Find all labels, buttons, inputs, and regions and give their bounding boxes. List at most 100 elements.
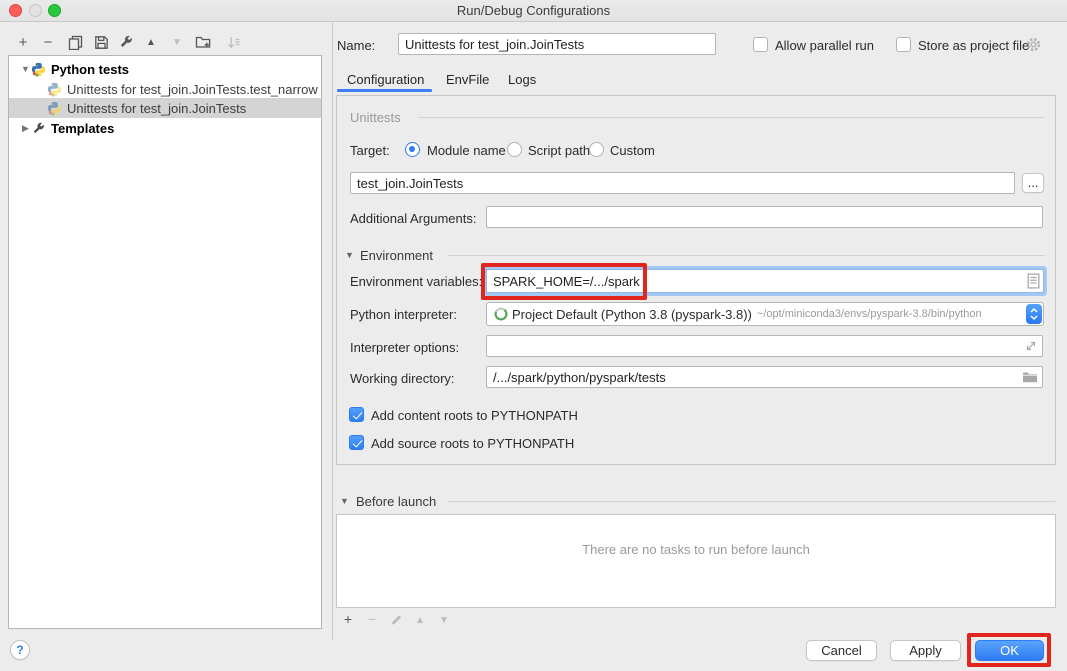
tab-configuration[interactable]: Configuration — [347, 72, 424, 87]
allow-parallel-run-label: Allow parallel run — [775, 38, 874, 53]
sort-configurations-button[interactable] — [225, 33, 243, 51]
add-content-roots-label: Add content roots to PYTHONPATH — [371, 408, 578, 423]
target-module-name-label: Module name — [427, 143, 506, 158]
tree-item-templates[interactable]: ▶ Templates — [9, 118, 321, 138]
add-task-button[interactable]: + — [340, 611, 356, 627]
python-interpreter-combobox[interactable]: Project Default (Python 3.8 (pyspark-3.8… — [486, 302, 1044, 326]
tree-item-test-narrow[interactable]: Unittests for test_join.JoinTests.test_n… — [9, 79, 321, 99]
tree-item-jointests-selected[interactable]: Unittests for test_join.JoinTests — [9, 98, 321, 118]
environment-variables-input[interactable] — [486, 269, 1044, 293]
target-label: Target: — [350, 143, 390, 158]
move-task-down-button[interactable]: ▼ — [436, 612, 452, 628]
move-up-button[interactable]: ▲ — [142, 33, 160, 51]
pencil-icon — [390, 613, 403, 626]
copy-icon — [68, 35, 83, 50]
target-custom-label: Custom — [610, 143, 655, 158]
active-tab-underline — [337, 89, 432, 92]
arrow-up-icon: ▲ — [146, 37, 156, 48]
add-source-roots-checkbox[interactable] — [349, 435, 364, 450]
move-task-up-button[interactable]: ▲ — [412, 612, 428, 628]
before-launch-section-line — [448, 501, 1055, 502]
edit-environment-variables-icon[interactable] — [1027, 273, 1040, 289]
remove-configuration-button[interactable]: − — [39, 33, 57, 51]
add-source-roots-label: Add source roots to PYTHONPATH — [371, 436, 574, 451]
allow-parallel-run-checkbox[interactable] — [753, 37, 768, 52]
target-script-path-label: Script path — [528, 143, 590, 158]
expand-field-icon[interactable] — [1024, 339, 1038, 353]
tree-collapsed-icon[interactable]: ▶ — [20, 123, 31, 134]
edit-task-button[interactable] — [388, 611, 404, 627]
tree-item-python-tests[interactable]: ▼ Python tests — [9, 59, 321, 79]
group-title-line — [418, 117, 1045, 118]
add-content-roots-checkbox[interactable] — [349, 407, 364, 422]
python-test-icon — [47, 82, 62, 97]
browse-module-button[interactable]: ... — [1022, 173, 1044, 193]
tree-expanded-icon[interactable]: ▼ — [20, 64, 31, 74]
run-debug-configurations-dialog: Run/Debug Configurations + − ▲ ▼ — [0, 0, 1067, 671]
target-custom-radio[interactable] — [589, 142, 604, 157]
additional-arguments-label: Additional Arguments: — [350, 211, 476, 226]
name-input[interactable] — [398, 33, 716, 55]
sort-alphabetically-icon — [227, 35, 242, 50]
ok-button[interactable]: OK — [975, 640, 1044, 661]
move-down-button[interactable]: ▼ — [168, 33, 186, 51]
python-interpreter-label: Python interpreter: — [350, 307, 457, 322]
before-launch-tasks-list[interactable] — [336, 514, 1056, 608]
unittests-group-title: Unittests — [350, 110, 401, 125]
tab-logs[interactable]: Logs — [508, 72, 536, 87]
environment-collapse-icon[interactable]: ▼ — [345, 250, 354, 260]
target-module-name-radio[interactable] — [405, 142, 420, 157]
store-as-project-file-checkbox[interactable] — [896, 37, 911, 52]
save-configuration-button[interactable] — [92, 33, 110, 51]
titlebar: Run/Debug Configurations — [0, 0, 1067, 22]
edit-templates-button[interactable] — [117, 33, 135, 51]
plus-icon: + — [19, 34, 28, 51]
arrow-down-icon: ▼ — [439, 615, 449, 626]
help-icon: ? — [16, 643, 23, 657]
create-folder-button[interactable] — [194, 33, 212, 51]
tree-item-label: Python tests — [51, 62, 129, 77]
updown-chevrons-icon — [1029, 306, 1039, 322]
plus-icon: + — [344, 611, 352, 627]
apply-button[interactable]: Apply — [890, 640, 961, 661]
before-launch-section-title: Before launch — [356, 494, 436, 509]
python-interpreter-ring-icon — [494, 307, 508, 321]
interpreter-dropdown-stepper[interactable] — [1026, 304, 1042, 324]
new-folder-icon — [195, 34, 211, 50]
minus-icon: − — [44, 34, 53, 51]
tab-envfile[interactable]: EnvFile — [446, 72, 489, 87]
working-directory-label: Working directory: — [350, 371, 455, 386]
copy-configuration-button[interactable] — [66, 33, 84, 51]
templates-wrench-icon — [31, 121, 46, 136]
python-interpreter-value: Project Default (Python 3.8 (pyspark-3.8… — [512, 307, 752, 322]
store-settings-gear-icon[interactable] — [1025, 36, 1042, 53]
ellipsis-icon: ... — [1028, 175, 1039, 190]
tree-item-label: Unittests for test_join.JoinTests.test_n… — [67, 82, 318, 97]
panel-divider — [332, 22, 333, 640]
python-tests-icon — [31, 62, 46, 77]
configurations-tree: ▼ Python tests Unittests for test_join.J… — [8, 55, 322, 629]
environment-variables-label: Environment variables: — [350, 274, 482, 289]
module-name-input[interactable] — [350, 172, 1015, 194]
tree-item-label: Unittests for test_join.JoinTests — [67, 101, 246, 116]
add-configuration-button[interactable]: + — [14, 33, 32, 51]
python-interpreter-path: ~/opt/miniconda3/envs/pyspark-3.8/bin/py… — [757, 308, 982, 320]
save-icon — [94, 35, 109, 50]
interpreter-options-label: Interpreter options: — [350, 340, 459, 355]
minus-icon: − — [368, 611, 376, 627]
name-label: Name: — [337, 38, 375, 53]
cancel-button[interactable]: Cancel — [806, 640, 877, 661]
environment-section-line — [448, 255, 1045, 256]
additional-arguments-input[interactable] — [486, 206, 1043, 228]
before-launch-collapse-icon[interactable]: ▼ — [340, 496, 349, 506]
python-test-icon — [47, 101, 62, 116]
remove-task-button[interactable]: − — [364, 611, 380, 627]
store-as-project-file-label: Store as project file — [918, 38, 1029, 53]
before-launch-empty-message: There are no tasks to run before launch — [336, 542, 1056, 557]
help-button[interactable]: ? — [10, 640, 30, 660]
interpreter-options-input[interactable] — [486, 335, 1043, 357]
browse-folder-icon[interactable] — [1022, 370, 1038, 384]
working-directory-input[interactable] — [486, 366, 1043, 388]
wrench-icon — [119, 35, 133, 49]
target-script-path-radio[interactable] — [507, 142, 522, 157]
